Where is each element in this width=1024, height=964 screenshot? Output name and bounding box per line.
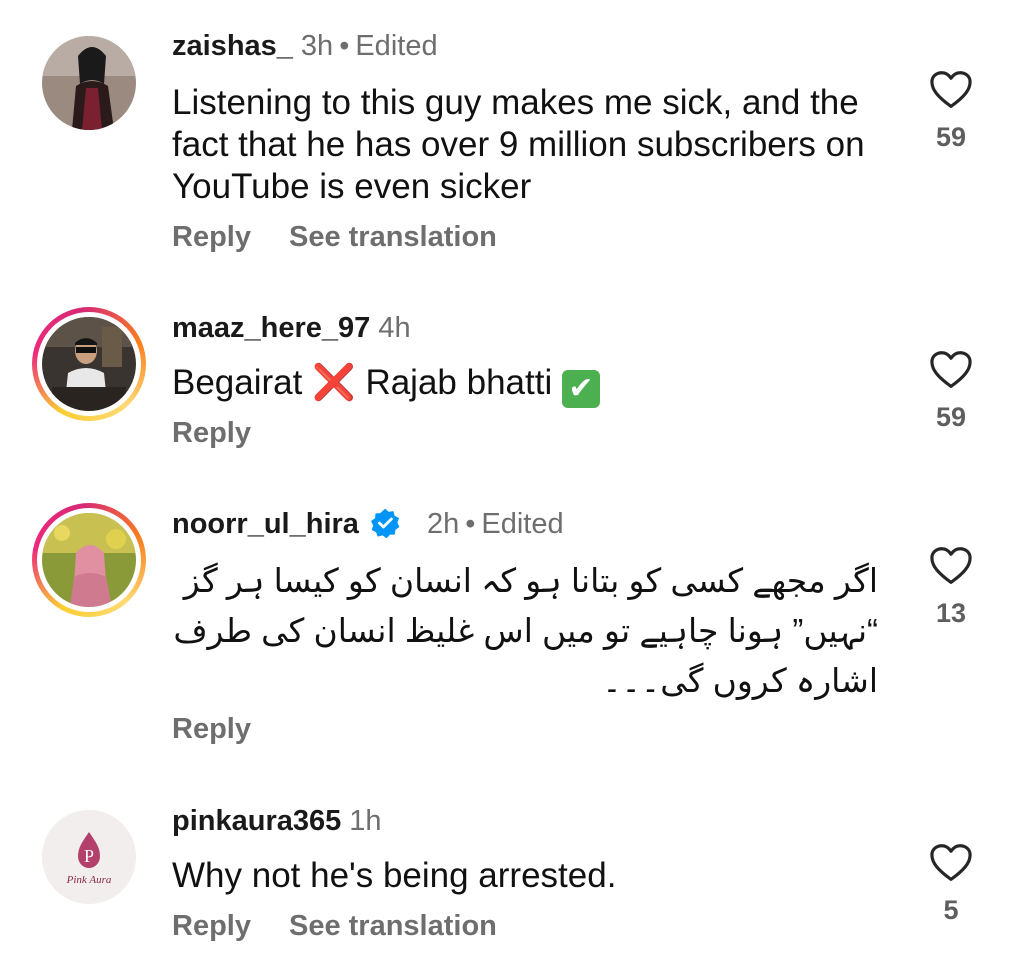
timestamp: 2h — [426, 508, 460, 540]
reply-button[interactable]: Reply — [172, 417, 251, 449]
cross-mark-icon: ❌ — [312, 363, 356, 402]
comment-text: Listening to this guy makes me sick, and… — [172, 83, 865, 206]
comment-actions: Reply See translation — [172, 219, 535, 255]
username[interactable]: maaz_here_97 — [172, 312, 370, 344]
like-count: 59 — [935, 122, 967, 152]
comment-actions: Reply — [172, 711, 289, 747]
comment-header: zaishas_ 3h • Edited — [172, 28, 438, 64]
comment-header: noorr_ul_hira 2h • Edited — [172, 506, 564, 542]
reply-button[interactable]: Reply — [172, 221, 251, 253]
like-button[interactable]: 59 — [928, 350, 974, 433]
heart-icon[interactable] — [929, 843, 973, 883]
comment-text: Begairat ❌ Rajab bhatti ✔ — [172, 362, 872, 408]
avatar-brand-text: Pink Aura — [66, 874, 112, 886]
avatar[interactable] — [42, 36, 136, 130]
like-button[interactable]: 59 — [928, 70, 974, 153]
comment-text-part: Rajab bhatti — [365, 363, 553, 402]
avatar-image — [42, 513, 136, 607]
separator: • — [465, 508, 476, 540]
comment-header: pinkaura365 1h — [172, 803, 382, 839]
like-count: 5 — [943, 895, 959, 925]
edited-label: Edited — [481, 508, 564, 540]
timestamp: 1h — [349, 805, 382, 837]
see-translation-button[interactable]: See translation — [289, 910, 497, 942]
reply-button[interactable]: Reply — [172, 910, 251, 942]
avatar-image — [42, 36, 136, 130]
check-mark-icon: ✔ — [561, 370, 600, 408]
see-translation-button[interactable]: See translation — [289, 221, 497, 253]
avatar-letter: P — [84, 846, 94, 866]
comment-text-part: Begairat — [172, 363, 303, 402]
avatar[interactable] — [32, 307, 146, 421]
heart-icon[interactable] — [929, 70, 973, 110]
separator: • — [339, 30, 350, 62]
comment-text: Why not he's being arrested. — [172, 856, 617, 895]
comment-actions: Reply — [172, 415, 289, 451]
comment-actions: Reply See translation — [172, 908, 535, 944]
avatar-image — [42, 317, 136, 411]
like-button[interactable]: 5 — [928, 843, 974, 926]
avatar[interactable]: P Pink Aura — [42, 810, 136, 904]
like-count: 59 — [935, 402, 967, 432]
comment-header: maaz_here_97 4h — [172, 310, 411, 346]
like-count: 13 — [935, 598, 967, 628]
avatar-image: P Pink Aura — [42, 810, 136, 904]
username[interactable]: zaishas_ — [172, 30, 293, 62]
timestamp: 3h — [300, 30, 334, 62]
edited-label: Edited — [355, 30, 438, 62]
heart-icon[interactable] — [929, 350, 973, 390]
timestamp: 4h — [378, 312, 411, 344]
username[interactable]: noorr_ul_hira — [172, 508, 359, 540]
verified-badge-icon — [370, 508, 400, 539]
heart-icon[interactable] — [929, 546, 973, 586]
avatar[interactable] — [32, 503, 146, 617]
reply-button[interactable]: Reply — [172, 713, 251, 745]
username[interactable]: pinkaura365 — [172, 805, 341, 837]
like-button[interactable]: 13 — [928, 546, 974, 629]
comment-text: اگر مجھے کسی کو بتانا ہو کہ انسان کو کیس… — [173, 562, 878, 699]
